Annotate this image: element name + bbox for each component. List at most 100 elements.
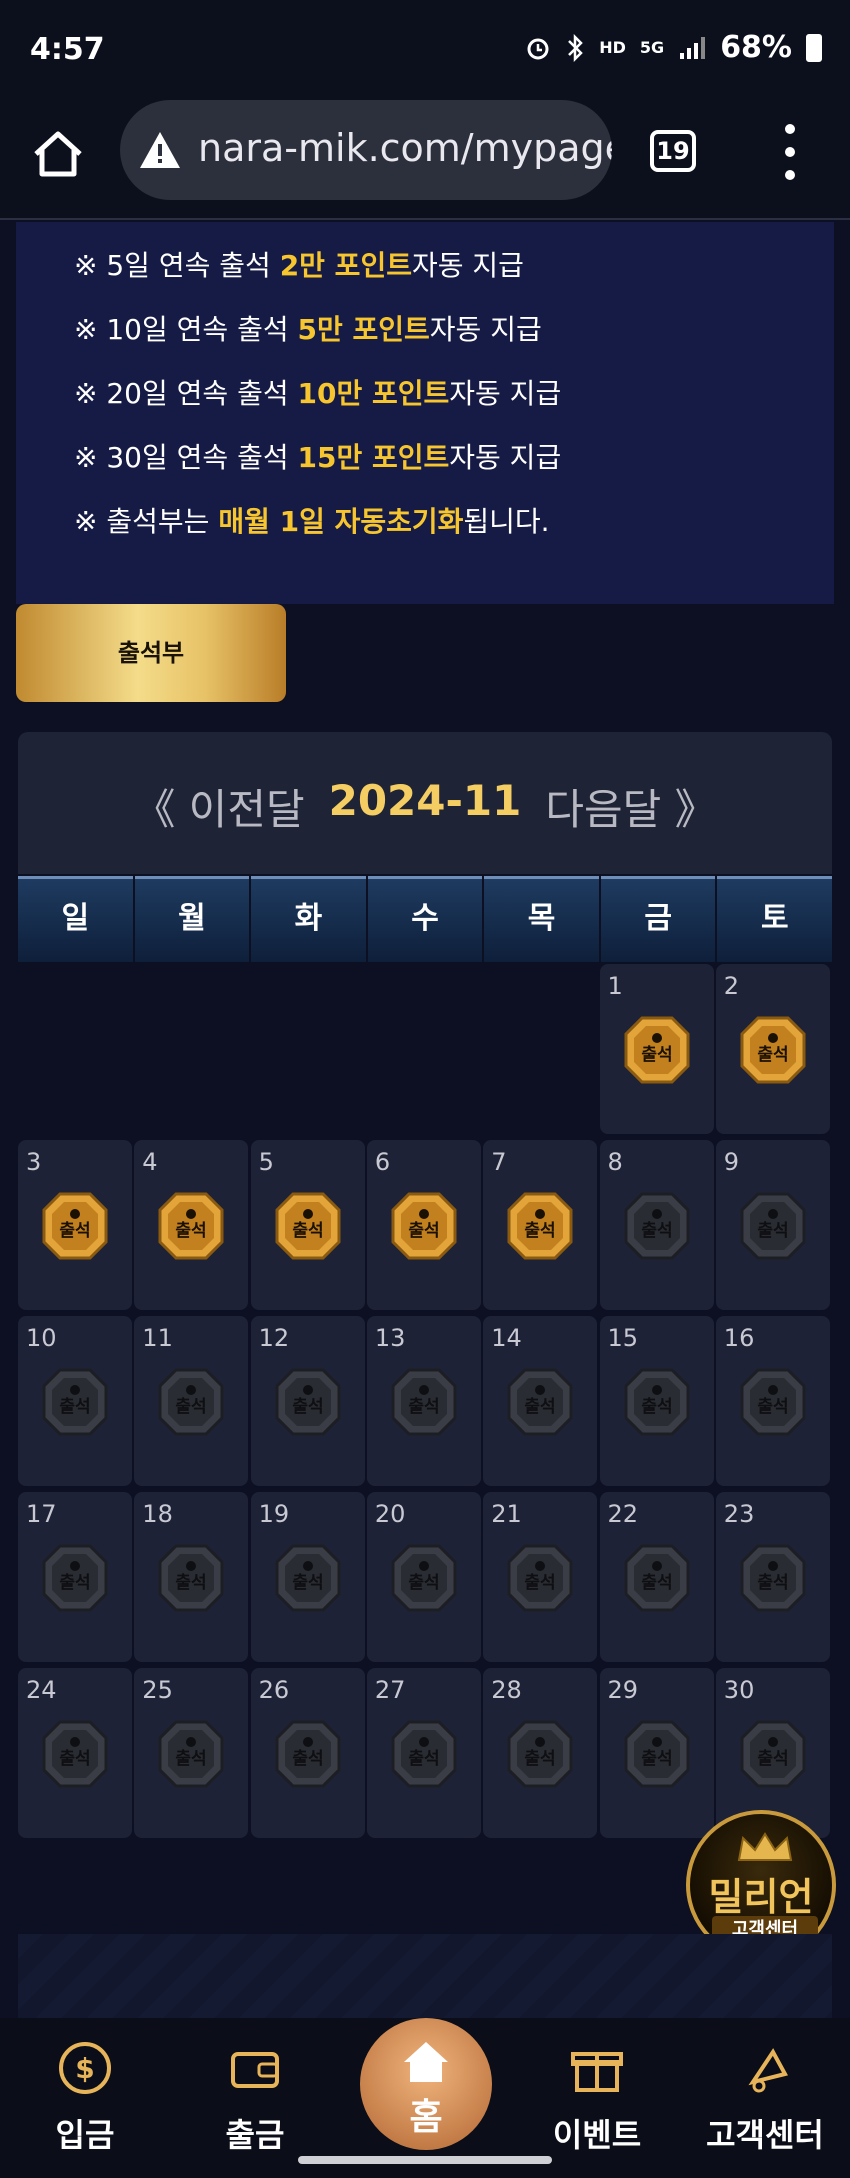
day-number: 22 (607, 1500, 639, 1528)
calendar-day-5[interactable]: 5 출석 (250, 1140, 365, 1310)
badge-label: 출석 (59, 1221, 90, 1241)
badge-label: 출석 (525, 1573, 556, 1593)
footer-stripe (18, 1934, 832, 2018)
calendar-day-1[interactable]: 1 출석 (599, 964, 714, 1134)
calendar-day-7[interactable]: 7 출석 (483, 1140, 598, 1310)
calendar-day-16[interactable]: 16 출석 (715, 1316, 830, 1486)
attendance-book-button[interactable]: 출석부 (16, 604, 286, 702)
bell-icon (748, 2048, 788, 2093)
calendar-day-15[interactable]: 15 출석 (599, 1316, 714, 1486)
calendar-day-18[interactable]: 18 출석 (134, 1492, 249, 1662)
day-number: 16 (723, 1324, 755, 1352)
calendar-day-8[interactable]: 8 출석 (599, 1140, 714, 1310)
warning-icon[interactable] (138, 128, 182, 172)
attendance-badge-inactive-icon: 출석 (389, 1718, 459, 1790)
badge-label: 출석 (757, 1221, 788, 1241)
calendar-day-6[interactable]: 6 출석 (366, 1140, 481, 1310)
battery-icon (806, 33, 822, 62)
attendance-badge-icon: 출석 (738, 1014, 808, 1086)
calendar-day-24[interactable]: 24 출석 (18, 1668, 132, 1838)
calendar-day-11[interactable]: 11 출석 (134, 1316, 249, 1486)
bottom-navigation: $ 입금 출금 홈 이벤트 고객센터 (0, 2018, 850, 2178)
day-number: 14 (491, 1324, 522, 1352)
badge-label: 출석 (59, 1749, 90, 1769)
calendar-day-3[interactable]: 3 출석 (18, 1140, 132, 1310)
day-number: 25 (142, 1676, 173, 1704)
calendar-day-12[interactable]: 12 출석 (250, 1316, 365, 1486)
calendar-day-9[interactable]: 9 출석 (715, 1140, 830, 1310)
day-number: 28 (491, 1676, 522, 1704)
notice-line: ※ 20일 연속 출석 10만 포인트자동 지급 (74, 377, 562, 410)
calendar-day-29[interactable]: 29 출석 (599, 1668, 714, 1838)
day-number: 13 (374, 1324, 406, 1352)
badge-label: 출석 (176, 1749, 207, 1769)
calendar-day-4[interactable]: 4 출석 (134, 1140, 249, 1310)
calendar-day-20[interactable]: 20 출석 (366, 1492, 481, 1662)
nav-withdraw[interactable]: 출금 (170, 2018, 340, 2178)
attendance-badge-inactive-icon: 출석 (622, 1190, 692, 1262)
cs-logo-title: 밀리언 (708, 1875, 814, 1919)
prev-month-button[interactable]: 《 이전달 (133, 776, 304, 837)
home-nav-icon (404, 2042, 448, 2082)
more-menu-icon[interactable] (780, 124, 800, 180)
calendar-day-14[interactable]: 14 출석 (483, 1316, 598, 1486)
attendance-badge-inactive-icon: 출석 (389, 1542, 459, 1614)
notice-line: ※ 10일 연속 출석 5만 포인트자동 지급 (74, 313, 542, 346)
badge-label: 출석 (176, 1573, 207, 1593)
attendance-badge-inactive-icon: 출석 (156, 1718, 226, 1790)
calendar-day-19[interactable]: 19 출석 (250, 1492, 365, 1662)
calendar-day-10[interactable]: 10 출석 (18, 1316, 132, 1486)
attendance-notice: ※ 5일 연속 출석 2만 포인트자동 지급 ※ 10일 연속 출석 5만 포인… (16, 222, 834, 604)
attendance-badge-inactive-icon: 출석 (622, 1542, 692, 1614)
status-bar: 4:57 HD 5G 68% (0, 0, 850, 100)
badge-label: 출석 (292, 1221, 323, 1241)
day-number: 26 (258, 1676, 290, 1704)
address-bar[interactable]: nara-mik.com/mypage (120, 100, 612, 200)
calendar-day-13[interactable]: 13 출석 (366, 1316, 481, 1486)
badge-label: 출석 (176, 1397, 207, 1417)
calendar-day-22[interactable]: 22 출석 (599, 1492, 714, 1662)
badge-label: 출석 (292, 1397, 323, 1417)
attendance-badge-inactive-icon: 출석 (389, 1366, 459, 1438)
status-icons: HD 5G 68% (525, 30, 822, 65)
badge-label: 출석 (176, 1221, 207, 1241)
weekday-thu: 목 (484, 876, 599, 962)
weekday-mon: 월 (134, 876, 250, 962)
tab-switcher-button[interactable]: 19 (650, 130, 696, 172)
calendar-day-25[interactable]: 25 출석 (134, 1668, 249, 1838)
nav-support[interactable]: 고객센터 (680, 2018, 850, 2178)
next-month-button[interactable]: 다음달 》 (545, 776, 716, 837)
nav-home[interactable]: 홈 (360, 2018, 492, 2150)
calendar-day-28[interactable]: 28 출석 (483, 1668, 598, 1838)
nav-event[interactable]: 이벤트 (512, 2018, 682, 2178)
attendance-badge-inactive-icon: 출석 (505, 1718, 575, 1790)
nav-event-label: 이벤트 (552, 2116, 642, 2154)
url-text[interactable]: nara-mik.com/mypage (198, 126, 612, 170)
badge-label: 출석 (641, 1397, 672, 1417)
day-number: 8 (607, 1148, 623, 1176)
attendance-badge-inactive-icon: 출석 (738, 1190, 808, 1262)
attendance-badge-inactive-icon: 출석 (273, 1366, 343, 1438)
calendar-day-27[interactable]: 27 출석 (366, 1668, 481, 1838)
badge-label: 출석 (292, 1573, 323, 1593)
home-icon[interactable] (30, 126, 86, 182)
attendance-badge-inactive-icon: 출석 (738, 1366, 808, 1438)
bluetooth-icon (568, 33, 584, 62)
calendar-day-26[interactable]: 26 출석 (250, 1668, 365, 1838)
notice-line: ※ 5일 연속 출석 2만 포인트자동 지급 (74, 249, 524, 282)
badge-label: 출석 (525, 1749, 556, 1769)
signal-icon (680, 36, 706, 59)
day-number: 4 (142, 1148, 158, 1176)
calendar-day-23[interactable]: 23 출석 (715, 1492, 830, 1662)
calendar-day-2[interactable]: 2 출석 (715, 964, 830, 1134)
day-number: 1 (607, 972, 623, 1000)
notice-line: ※ 30일 연속 출석 15만 포인트자동 지급 (74, 441, 562, 474)
day-number: 2 (723, 972, 740, 1000)
nav-deposit-label: 입금 (55, 2116, 115, 2154)
status-time: 4:57 (30, 32, 105, 67)
weekday-sat: 토 (717, 876, 833, 962)
nav-deposit[interactable]: $ 입금 (0, 2018, 170, 2178)
calendar-day-17[interactable]: 17 출석 (18, 1492, 132, 1662)
calendar-day-21[interactable]: 21 출석 (483, 1492, 598, 1662)
badge-label: 출석 (292, 1749, 323, 1769)
